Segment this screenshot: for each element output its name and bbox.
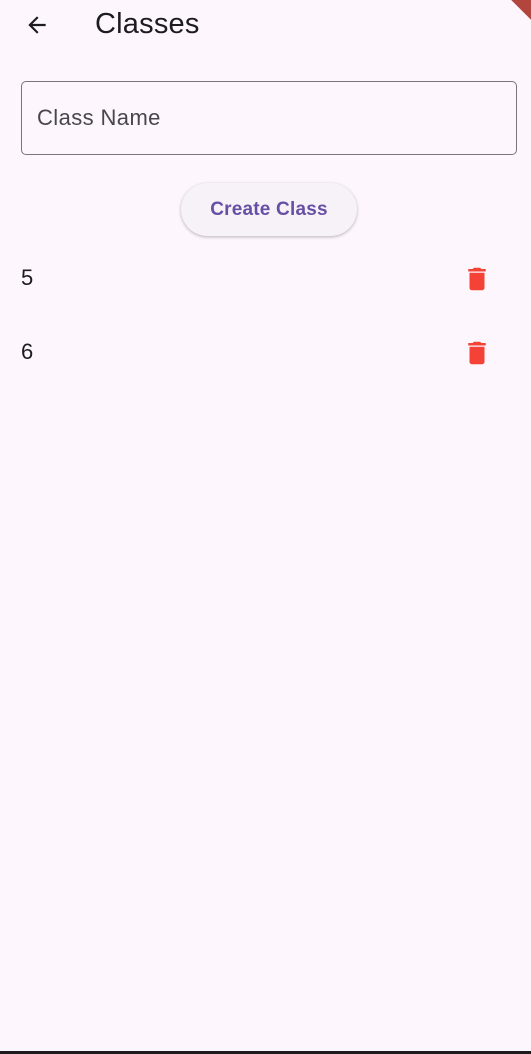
arrow-back-icon: [28, 16, 46, 34]
delete-class-button[interactable]: [456, 258, 498, 300]
class-list: 5 6: [0, 241, 531, 389]
app-bar: Classes: [0, 0, 531, 48]
class-name-input[interactable]: [37, 82, 497, 154]
page-title: Classes: [95, 8, 200, 40]
delete-class-button[interactable]: [456, 332, 498, 374]
trash-icon: [468, 341, 486, 365]
class-name-label: 6: [21, 339, 34, 364]
class-name-field[interactable]: [21, 81, 517, 155]
list-item: 6: [0, 315, 531, 389]
list-item: 5: [0, 241, 531, 315]
trash-icon: [468, 267, 486, 291]
class-name-label: 5: [21, 265, 34, 290]
back-button[interactable]: [17, 5, 57, 45]
create-class-button[interactable]: Create Class: [181, 183, 357, 236]
